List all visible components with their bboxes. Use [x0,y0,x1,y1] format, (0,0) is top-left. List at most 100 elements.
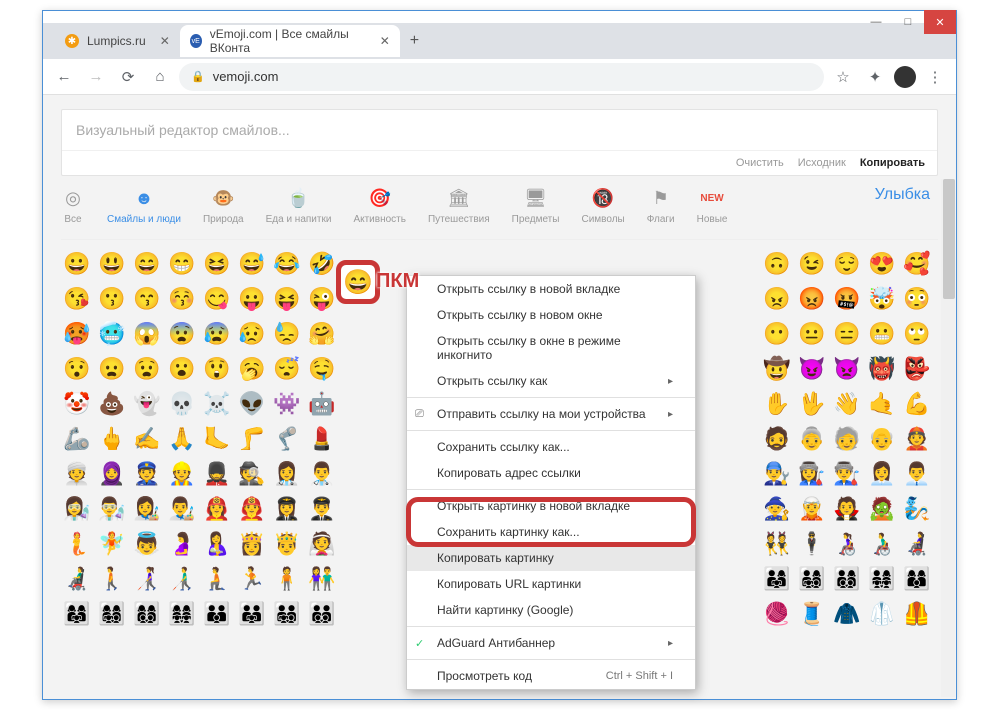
emoji-cell[interactable]: 😈 [796,353,828,385]
category-all[interactable]: ◎Все [61,186,85,225]
context-item[interactable]: Открыть ссылку как [407,368,695,394]
emoji-cell[interactable]: 👾 [271,388,303,420]
emoji-cell[interactable]: 👩‍🦽 [831,528,863,560]
emoji-cell[interactable]: 🧓 [831,423,863,455]
emoji-cell[interactable]: 😛 [236,283,268,315]
emoji-cell[interactable]: 😶 [761,318,793,350]
emoji-cell[interactable]: 👴 [866,423,898,455]
emoji-cell[interactable]: 🥵 [61,318,93,350]
emoji-cell[interactable]: 👮 [131,458,163,490]
emoji-cell[interactable]: 👩‍🏭 [796,458,828,490]
emoji-cell[interactable]: 😱 [131,318,163,350]
context-item[interactable]: Сохранить картинку как... [407,519,695,545]
copy-button[interactable]: Копировать [860,157,925,169]
emoji-cell[interactable]: 🤖 [306,388,338,420]
emoji-cell[interactable]: 👨‍🚒 [236,493,268,525]
emoji-cell[interactable]: 😚 [166,283,198,315]
emoji-cell[interactable]: 😧 [131,353,163,385]
emoji-cell[interactable]: 🧛 [831,493,863,525]
emoji-cell[interactable]: 🧟 [866,493,898,525]
menu-icon[interactable]: ⋮ [922,64,948,90]
profile-avatar[interactable] [894,66,916,88]
emoji-cell[interactable]: 🦶 [201,423,233,455]
emoji-cell[interactable]: 🧕 [96,458,128,490]
emoji-cell[interactable]: 🏃 [236,563,268,595]
emoji-cell[interactable]: 💩 [96,388,128,420]
emoji-cell[interactable]: ✋ [761,388,793,420]
emoji-cell[interactable]: 👨‍⚕️ [306,458,338,490]
emoji-cell[interactable]: 👨‍🦽 [866,528,898,560]
emoji-cell[interactable]: 👺 [901,353,933,385]
source-button[interactable]: Исходник [798,157,846,169]
tab-vemoji[interactable]: vE vEmoji.com | Все смайлы ВКонта ✕ [180,25,400,57]
emoji-cell[interactable]: 🙏 [166,423,198,455]
emoji-cell[interactable]: ☠️ [201,388,233,420]
emoji-cell[interactable]: 👋 [831,388,863,420]
emoji-cell[interactable]: 🧵 [796,598,828,630]
emoji-cell[interactable]: 😲 [201,353,233,385]
tab-lumpics[interactable]: ✱ Lumpics.ru ✕ [55,25,180,57]
context-item[interactable]: Копировать адрес ссылки [407,460,695,486]
emoji-cell[interactable]: 🦵 [236,423,268,455]
emoji-cell[interactable]: 👨‍🔬 [96,493,128,525]
emoji-cell[interactable]: 😬 [866,318,898,350]
context-item[interactable]: ⎚Отправить ссылку на мои устройства [407,401,695,427]
emoji-cell[interactable]: 🧞 [901,493,933,525]
emoji-cell[interactable]: 💄 [306,423,338,455]
emoji-cell[interactable]: 🧙 [761,493,793,525]
category-nature[interactable]: 🐵Природа [203,186,244,225]
emoji-cell[interactable]: 😆 [201,248,233,280]
emoji-cell[interactable]: 🤗 [306,318,338,350]
emoji-cell[interactable]: 🤰 [166,528,198,560]
emoji-cell[interactable]: 😂 [271,248,303,280]
emoji-cell[interactable]: 😗 [96,283,128,315]
context-item[interactable]: Открыть ссылку в новой вкладке [407,276,695,302]
highlighted-emoji[interactable]: 😄 [336,260,380,304]
emoji-cell[interactable]: 👨‍👩‍👧‍👧 [866,563,898,595]
emoji-cell[interactable]: 👷 [166,458,198,490]
emoji-cell[interactable]: 💪 [901,388,933,420]
reload-button[interactable]: ⟳ [115,64,141,90]
emoji-cell[interactable]: 👨‍🦼 [61,563,93,595]
context-item[interactable]: Найти картинку (Google) [407,597,695,623]
extensions-icon[interactable]: ✦ [862,64,888,90]
category-people[interactable]: ☻Смайлы и люди [107,186,181,225]
clear-button[interactable]: Очистить [736,157,784,169]
emoji-cell[interactable]: 👨‍✈️ [306,493,338,525]
context-item[interactable]: Открыть ссылку в новом окне [407,302,695,328]
emoji-cell[interactable]: 👩‍💼 [866,458,898,490]
emoji-cell[interactable]: 🤬 [831,283,863,315]
emoji-cell[interactable]: 🦿 [271,423,303,455]
emoji-cell[interactable]: 🥰 [901,248,933,280]
emoji-cell[interactable]: 👩‍🚒 [201,493,233,525]
emoji-cell[interactable]: 👨‍🎨 [166,493,198,525]
category-activity[interactable]: 🎯Активность [353,186,406,225]
emoji-cell[interactable]: 😘 [61,283,93,315]
emoji-cell[interactable]: 👹 [866,353,898,385]
emoji-cell[interactable]: 😓 [271,318,303,350]
emoji-cell[interactable]: 👩‍👩‍👦 [901,563,933,595]
window-minimize[interactable]: — [860,10,892,34]
emoji-cell[interactable]: 👵 [796,423,828,455]
emoji-cell[interactable]: 👨‍🦯 [166,563,198,595]
emoji-cell[interactable]: 🤴 [271,528,303,560]
context-item[interactable]: ✓AdGuard Антибаннер [407,630,695,656]
emoji-cell[interactable]: 👩‍👩‍👧‍👦 [96,598,128,630]
emoji-cell[interactable]: 💀 [166,388,198,420]
tab-close-icon[interactable]: ✕ [160,34,170,48]
emoji-cell[interactable]: 😌 [831,248,863,280]
context-item[interactable]: Копировать картинку [407,545,695,571]
emoji-cell[interactable]: 😙 [131,283,163,315]
emoji-cell[interactable]: 👩‍🎨 [131,493,163,525]
emoji-cell[interactable]: 👩‍⚕️ [271,458,303,490]
emoji-cell[interactable]: 😨 [166,318,198,350]
emoji-cell[interactable]: 👩‍🦼 [901,528,933,560]
emoji-cell[interactable]: 😠 [761,283,793,315]
emoji-cell[interactable]: 🖖 [796,388,828,420]
window-maximize[interactable]: □ [892,10,924,34]
emoji-cell[interactable]: 🧎 [201,563,233,595]
emoji-cell[interactable]: 🧥 [831,598,863,630]
emoji-cell[interactable]: ✍️ [131,423,163,455]
emoji-cell[interactable]: 🧍 [271,563,303,595]
emoji-cell[interactable]: 😜 [306,283,338,315]
